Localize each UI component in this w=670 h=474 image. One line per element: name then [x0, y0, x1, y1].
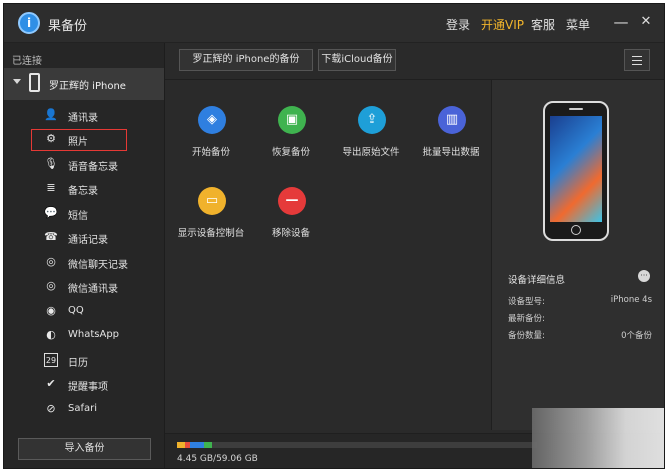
sidebar-item-contacts[interactable]: 👤 通讯录 — [4, 104, 164, 128]
storage-segment — [190, 442, 204, 448]
info-row-backup-count: 备份数量: 0个备份 — [508, 331, 652, 341]
sidebar-item-notes[interactable]: ≣ 备忘录 — [4, 177, 164, 201]
remove-device-action[interactable]: — 移除设备 — [251, 187, 331, 247]
sidebar-item-reminders[interactable]: ✔ 提醒事项 — [4, 373, 164, 397]
action-label: 批量导出数据 — [422, 147, 480, 158]
console-icon: ▭ — [198, 187, 226, 215]
batch-export-icon: ▥ — [438, 106, 466, 134]
phone-screen — [550, 116, 602, 222]
icloud-download-button[interactable]: 下载iCloud备份 — [318, 49, 396, 71]
more-icon[interactable]: ··· — [638, 270, 650, 282]
start-backup-action[interactable]: ◈ 开始备份 — [171, 106, 251, 166]
sidebar-item-whatsapp[interactable]: ◐ WhatsApp — [4, 324, 164, 348]
main-panel: 罗正辉的 iPhone的备份 下载iCloud备份 ◈ 开始备份 ▣ 恢复备份 … — [165, 43, 664, 468]
sidebar-item-wechat-chats[interactable]: ◎ 微信聊天记录 — [4, 251, 164, 275]
wechat-icon: ◎ — [46, 255, 56, 268]
connected-label: 已连接 — [12, 56, 42, 67]
iphone-illustration — [543, 101, 609, 241]
sidebar-item-calendar[interactable]: 29 日历 — [4, 349, 164, 373]
whatsapp-icon: ◐ — [46, 328, 56, 341]
restore-backup-action[interactable]: ▣ 恢复备份 — [251, 106, 331, 166]
microphone-icon: 🎙 — [44, 157, 58, 170]
sidebar-item-label: 日历 — [68, 358, 88, 369]
action-label: 移除设备 — [271, 228, 310, 239]
storage-segment — [204, 442, 212, 448]
export-raw-files-action[interactable]: ⇪ 导出原始文件 — [331, 106, 411, 166]
storage-bar — [177, 442, 537, 448]
safari-icon: ⊘ — [46, 402, 56, 415]
login-link[interactable]: 登录 — [446, 16, 470, 33]
sidebar-item-label: 备忘录 — [68, 186, 98, 197]
iphone-backup-button[interactable]: 罗正辉的 iPhone的备份 — [179, 49, 313, 71]
sidebar-item-wechat-contacts[interactable]: ◎ 微信通讯录 — [4, 275, 164, 299]
storage-segment — [177, 442, 185, 448]
device-panel: 设备详细信息 ··· 设备型号: iPhone 4s 最新备份: 备份数量: 0… — [491, 79, 664, 430]
menu-link[interactable]: 菜单 — [566, 16, 590, 33]
calendar-icon: 29 — [44, 353, 58, 367]
sidebar-item-label: 照片 — [68, 137, 88, 148]
sidebar-item-label: 微信聊天记录 — [68, 260, 128, 271]
actions-grid: ◈ 开始备份 ▣ 恢复备份 ⇪ 导出原始文件 ▥ 批量导出数据 ▭ 显示设备控制… — [165, 79, 491, 430]
phone-restore-icon: ▣ — [278, 106, 306, 134]
sidebar-item-safari[interactable]: ⊘ Safari — [4, 398, 164, 422]
sidebar-item-label: 短信 — [68, 211, 88, 222]
device-console-action[interactable]: ▭ 显示设备控制台 — [171, 187, 251, 247]
app-window: i 果备份 登录 开通VIP 客服 菜单 — ✕ 已连接 罗正辉的 iPhone… — [3, 3, 665, 469]
sidebar-item-label: 语音备忘录 — [68, 162, 118, 173]
sidebar: 已连接 罗正辉的 iPhone 👤 通讯录 ⚙ 照片 🎙 语音备忘录 ≣ 备忘录… — [4, 43, 165, 468]
phone-icon — [29, 73, 40, 92]
device-row[interactable]: 罗正辉的 iPhone — [4, 68, 164, 100]
close-button[interactable]: ✕ — [637, 13, 655, 31]
sidebar-item-label: QQ — [68, 305, 84, 316]
wechat-contacts-icon: ◎ — [46, 279, 56, 292]
list-menu-button[interactable] — [624, 49, 650, 71]
layers-icon: ◈ — [198, 106, 226, 134]
phone-call-icon: ☎ — [44, 230, 58, 243]
contacts-icon: 👤 — [44, 108, 58, 121]
remove-icon: — — [278, 187, 306, 215]
app-logo-icon: i — [18, 12, 40, 34]
sidebar-item-label: 提醒事项 — [68, 382, 108, 393]
reminder-icon: ✔ — [46, 377, 56, 390]
support-link[interactable]: 客服 — [531, 16, 555, 33]
qq-icon: ◉ — [46, 304, 56, 317]
app-title: 果备份 — [48, 19, 88, 34]
notes-icon: ≣ — [46, 181, 56, 194]
device-name: 罗正辉的 iPhone — [49, 81, 126, 92]
sidebar-item-label: Safari — [68, 403, 98, 414]
import-backup-button[interactable]: 导入备份 — [18, 438, 151, 460]
title-bar: i 果备份 登录 开通VIP 客服 菜单 — ✕ — [4, 4, 664, 43]
batch-export-action[interactable]: ▥ 批量导出数据 — [411, 106, 491, 166]
sidebar-item-label: 通话记录 — [68, 235, 108, 246]
sidebar-item-photos[interactable]: ⚙ 照片 — [4, 128, 164, 152]
sidebar-item-qq[interactable]: ◉ QQ — [4, 300, 164, 324]
sidebar-item-label: WhatsApp — [68, 329, 120, 340]
info-row-model: 设备型号: iPhone 4s — [508, 295, 652, 307]
sidebar-item-voice-memos[interactable]: 🎙 语音备忘录 — [4, 153, 164, 177]
sidebar-item-label: 通讯录 — [68, 113, 98, 124]
info-row-latest-backup: 最新备份: — [508, 314, 545, 324]
gear-icon: ⚙ — [46, 132, 56, 145]
export-icon: ⇪ — [358, 106, 386, 134]
sidebar-item-sms[interactable]: 💬 短信 — [4, 202, 164, 226]
vip-link[interactable]: 开通VIP — [481, 16, 524, 33]
sidebar-item-label: 微信通讯录 — [68, 284, 118, 295]
device-info-title: 设备详细信息 — [508, 275, 566, 286]
home-button-icon — [571, 225, 581, 235]
blurred-overlay — [532, 408, 664, 468]
minimize-button[interactable]: — — [612, 13, 630, 31]
storage-text: 4.45 GB/59.06 GB — [177, 454, 258, 464]
menu-lines-icon — [632, 56, 642, 57]
chevron-down-icon[interactable] — [13, 79, 21, 84]
message-icon: 💬 — [44, 206, 58, 219]
sidebar-item-call-log[interactable]: ☎ 通话记录 — [4, 226, 164, 250]
